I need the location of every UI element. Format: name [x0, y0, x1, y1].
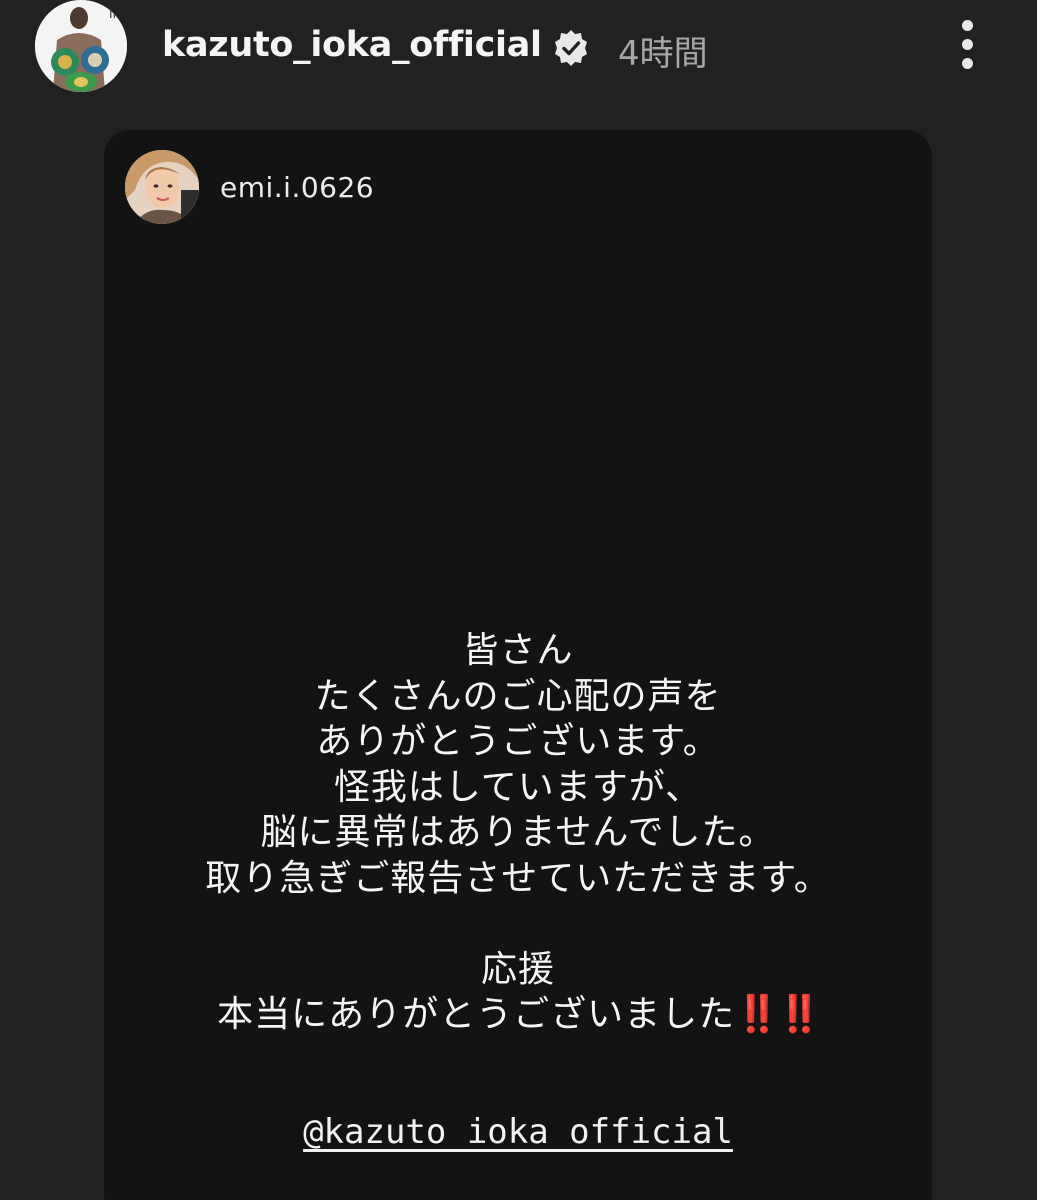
shared-story-card[interactable]: emi.i.0626 皆さん たくさんのご心配の声を ありがとうございます。 怪…	[104, 130, 932, 1200]
author-avatar[interactable]	[125, 150, 199, 224]
message-line: 怪我はしていますが、	[333, 766, 703, 808]
message-line: ありがとうございます。	[316, 721, 720, 762]
message-line: 皆さん	[462, 630, 574, 671]
story-reshare-view: IK kazuto_ioka_official 4時間 emi.i.0626 皆…	[0, 0, 1037, 1200]
author-username[interactable]: emi.i.0626	[220, 171, 374, 204]
avatar-image: IK	[35, 0, 127, 92]
author-avatar-image	[125, 150, 199, 224]
more-options-icon[interactable]	[948, 18, 988, 70]
double-exclamation-emoji-icon: ‼️‼️	[735, 994, 822, 1035]
message-last-line: 本当にありがとうございました‼️‼️	[104, 992, 932, 1038]
svg-text:IK: IK	[109, 7, 122, 21]
message-line: 脳に異常はありませんでした。	[260, 812, 776, 853]
header-username[interactable]: kazuto_ioka_official	[162, 25, 542, 65]
message-line: 応援	[480, 948, 555, 990]
verified-badge-icon	[555, 30, 587, 66]
message-line: たくさんのご心配の声を	[314, 675, 722, 717]
story-message: 皆さん たくさんのご心配の声を ありがとうございます。 怪我はしていますが、 脳…	[104, 628, 932, 1038]
profile-avatar[interactable]: IK	[35, 0, 127, 92]
story-header: IK kazuto_ioka_official 4時間	[0, 0, 1037, 96]
message-last-text: 本当にありがとうございました	[217, 994, 736, 1035]
message-line: 取り急ぎご報告させていただきます。	[205, 857, 831, 899]
mention-link[interactable]: @kazuto_ioka_official	[104, 1112, 932, 1152]
post-time: 4時間	[618, 34, 708, 74]
